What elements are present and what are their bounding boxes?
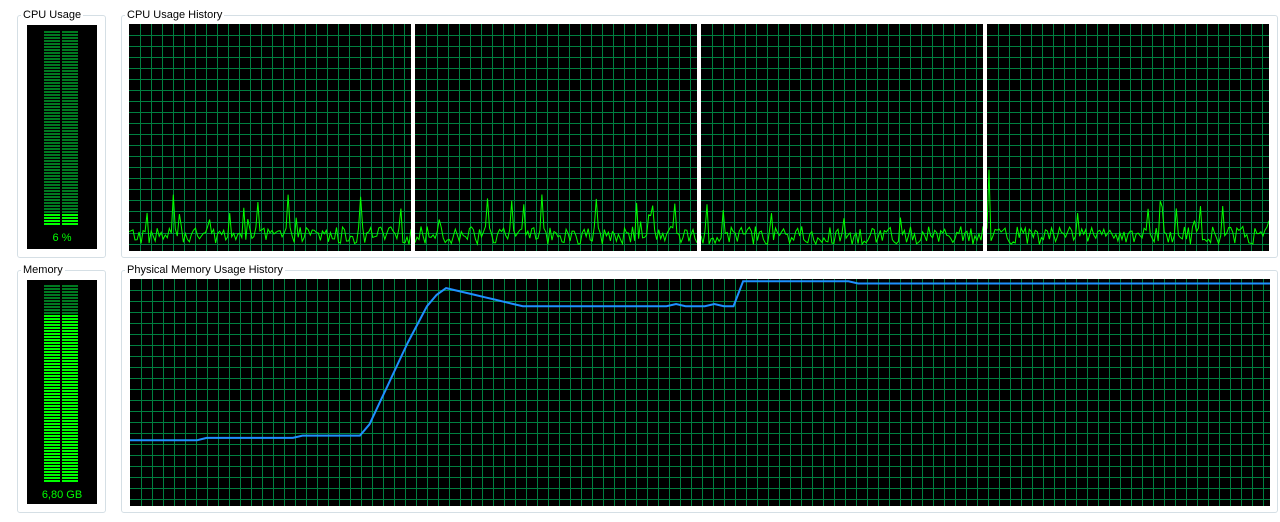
cpu-history-graph-core-3 [701,24,983,251]
memory-meter [44,285,78,482]
cpu-usage-history-group: CPU Usage History [121,9,1278,258]
grid-lines [701,24,983,251]
memory-history-title: Physical Memory Usage History [125,264,285,277]
cpu-usage-meter [44,31,78,225]
cpu-history-line [701,204,983,246]
cpu-history-line [129,194,411,245]
cpu-usage-history-title: CPU Usage History [125,9,225,22]
gauge-segments [44,31,78,225]
memory-gauge: 6,80 GB [27,280,97,504]
memory-value: 6,80 GB [41,489,83,501]
cpu-history-graph-core-1 [129,24,411,251]
memory-history-group: Physical Memory Usage History [121,264,1278,513]
memory-group: Memory 6,80 GB [17,264,106,513]
cpu-usage-title: CPU Usage [21,9,84,22]
grid-lines [129,24,411,251]
cpu-history-line [415,194,697,247]
gauge-segments [44,285,78,482]
grid-lines [987,24,1269,251]
memory-history-graph [130,279,1270,506]
memory-title: Memory [21,264,65,277]
cpu-usage-value: 6 % [52,232,72,244]
grid-lines [130,279,1270,506]
grid-lines [415,24,697,251]
cpu-usage-gauge: 6 % [27,25,97,249]
cpu-usage-group: CPU Usage 6 % [17,9,106,258]
cpu-history-graph-core-2 [415,24,697,251]
cpu-history-graph-core-4 [987,24,1269,251]
